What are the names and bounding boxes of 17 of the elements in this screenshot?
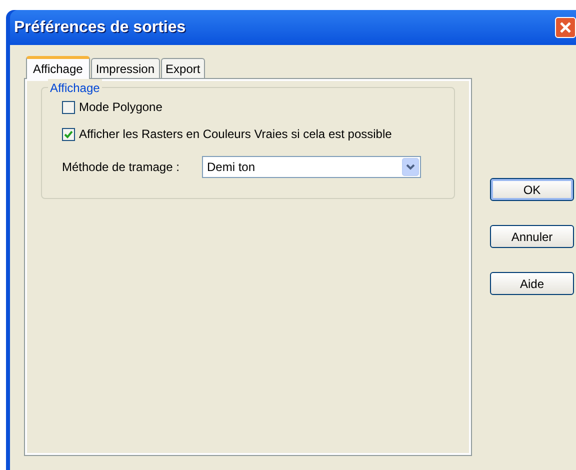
dither-dropdown[interactable]: Demi ton [202,156,421,178]
checkbox-label: Afficher les Rasters en Couleurs Vraies si cela est possible [79,126,392,143]
tab[interactable]: Impression [90,58,160,78]
tab[interactable]: Affichage [26,56,90,79]
close-icon [559,21,572,34]
checkbox[interactable] [62,100,75,114]
dialog-button[interactable]: Annuler [490,225,574,248]
group-title: Affichage [48,79,102,97]
dialog-button[interactable]: Aide [490,272,574,295]
dialog-button[interactable]: OK [490,178,574,201]
dither-label: Méthode de tramage : [62,159,180,176]
checkbox-label: Mode Polygone [79,99,162,116]
dropdown-value: Demi ton [207,159,256,176]
tab[interactable]: Export [160,58,206,78]
close-button[interactable] [555,17,576,38]
window-title: Préférences de sorties [14,18,186,38]
checkbox[interactable] [62,128,75,140]
